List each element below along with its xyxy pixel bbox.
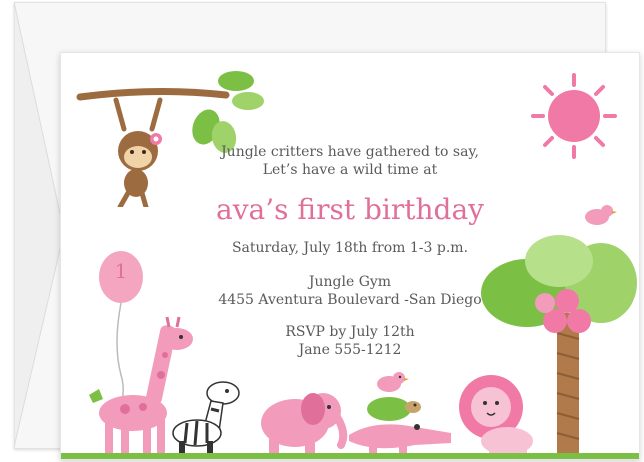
invitation-card: Jungle critters have gathered to say, Le… [60,52,640,460]
zebra-icon [172,381,240,459]
monkey-on-branch-icon [76,71,264,207]
bird-icon [377,372,409,392]
grass-strip [61,453,639,459]
intro-line-1: Jungle critters have gathered to say, [221,144,479,160]
palm-tree-icon [481,205,637,459]
intro-line-2: Let’s have a wild time at [262,162,438,178]
envelope-flap [14,2,64,447]
balloon-number: 1 [114,259,128,283]
elephant-icon [261,393,348,457]
